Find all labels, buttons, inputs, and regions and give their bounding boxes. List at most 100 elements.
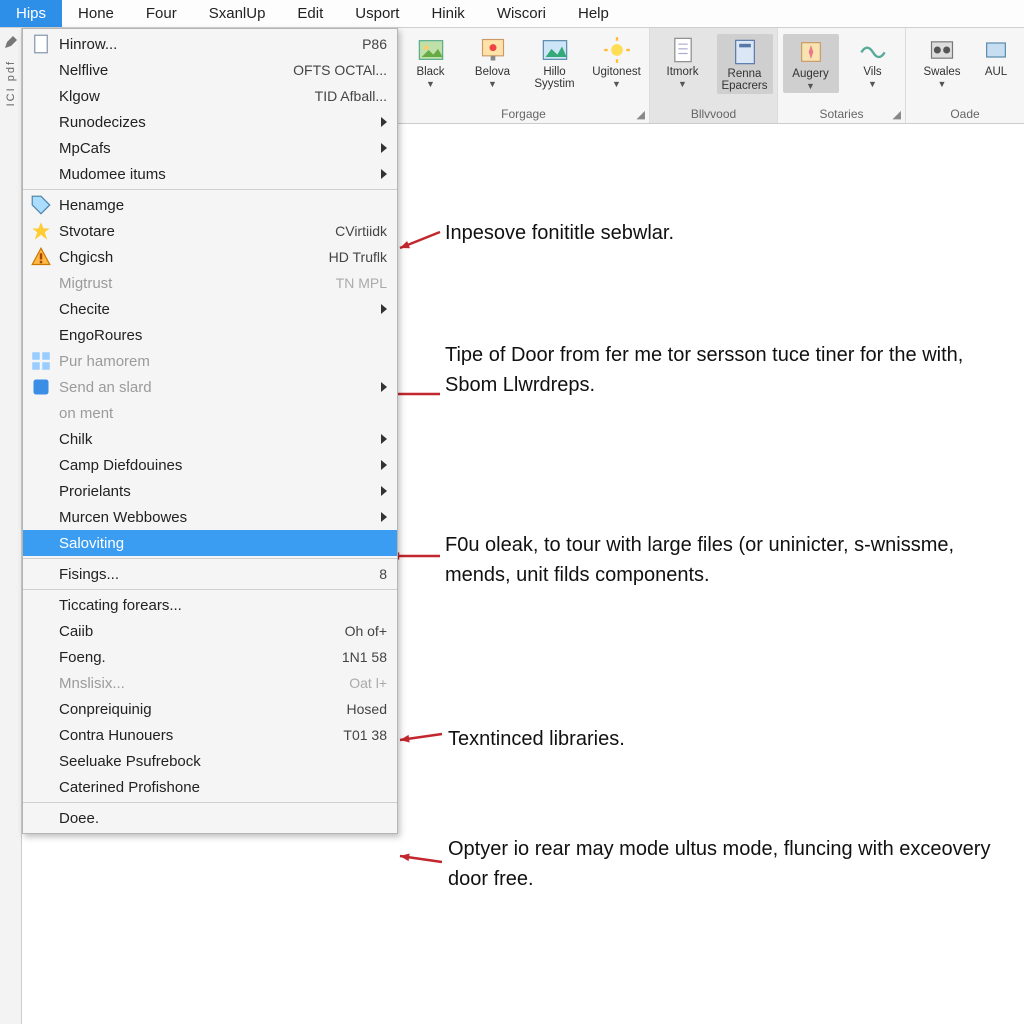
menu-item[interactable]: Chilk [23, 426, 397, 452]
sparkle-icon [795, 36, 827, 68]
ribbon-group-forgage: Black ▼ Belova ▼ Hillo Syystim Ugitonest… [398, 28, 650, 123]
menu-item[interactable]: Ticcating forears... [23, 592, 397, 618]
menu-item[interactable]: Camp Diefdouines [23, 452, 397, 478]
menu-item-label: Pur hamorem [59, 353, 387, 370]
chevron-down-icon: ▼ [806, 81, 815, 91]
menu-item[interactable]: Hinrow...P86 [23, 31, 397, 57]
menu-item-label: Foeng. [59, 649, 342, 666]
ribbon-group-oade: Swales ▼ AUL Oade [906, 28, 1024, 123]
menu-item-sxanlup[interactable]: SxanlUp [193, 0, 282, 27]
menu-item-wiscori[interactable]: Wiscori [481, 0, 562, 27]
submenu-arrow-icon [381, 460, 387, 470]
menu-item-label: Mnslisix... [59, 675, 349, 692]
menu-item[interactable]: KlgowTID Afball... [23, 83, 397, 109]
blank-icon [31, 533, 51, 553]
chevron-down-icon: ▼ [938, 79, 947, 89]
menu-item-usport[interactable]: Usport [339, 0, 415, 27]
annotation-arrow [390, 724, 452, 750]
ribbon-button-itmork[interactable]: Itmork ▼ [655, 34, 711, 89]
menu-item-label: Henamge [59, 197, 387, 214]
menu-item[interactable]: NelfliveOFTS OCTAl... [23, 57, 397, 83]
menu-item[interactable]: Murcen Webbowes [23, 504, 397, 530]
menu-item-shortcut: CVirtiidk [335, 223, 387, 239]
menu-item[interactable]: Saloviting [23, 530, 397, 556]
menu-item[interactable]: EngoRoures [23, 322, 397, 348]
menu-item[interactable]: ConpreiquinigHosed [23, 696, 397, 722]
menu-item-hone[interactable]: Hone [62, 0, 130, 27]
menu-item[interactable]: MpCafs [23, 135, 397, 161]
block-icon [980, 34, 1012, 66]
menu-item-label: on ment [59, 405, 387, 422]
menu-item-label: Murcen Webbowes [59, 509, 375, 526]
blank-icon [31, 725, 51, 745]
blank-icon [31, 699, 51, 719]
blank-icon [31, 403, 51, 423]
ribbon-button-augery[interactable]: Augery ▼ [783, 34, 839, 93]
annotation-arrow [390, 846, 452, 872]
submenu-arrow-icon [381, 486, 387, 496]
submenu-arrow-icon [381, 117, 387, 127]
menu-item-label: Doee. [59, 810, 387, 827]
chevron-down-icon: ▼ [426, 79, 435, 89]
menu-item[interactable]: Runodecizes [23, 109, 397, 135]
ribbon-group-bllvvood: Itmork ▼ Renna Epacrers Bllvvood [650, 28, 778, 123]
menu-item[interactable]: Seeluake Psufrebock [23, 748, 397, 774]
menu-item[interactable]: CaiibOh of+ [23, 618, 397, 644]
menu-item[interactable]: Doee. [23, 805, 397, 831]
annotation-text: Texntinced libraries. [448, 724, 1008, 754]
hips-dropdown-menu: Hinrow...P86NelfliveOFTS OCTAl...KlgowTI… [22, 28, 398, 834]
submenu-arrow-icon [381, 143, 387, 153]
ribbon-button-aul[interactable]: AUL [976, 34, 1016, 78]
menu-item-label: Stvotare [59, 223, 335, 240]
menu-item-label: Camp Diefdouines [59, 457, 375, 474]
menu-item-hips[interactable]: Hips [0, 0, 62, 27]
menu-item-label: MpCafs [59, 140, 375, 157]
blank-icon [31, 299, 51, 319]
blank-icon [31, 808, 51, 828]
menu-item-help[interactable]: Help [562, 0, 625, 27]
submenu-arrow-icon [381, 434, 387, 444]
dialog-launcher-icon[interactable]: ◢ [893, 108, 901, 121]
menu-item[interactable]: StvotareCVirtiidk [23, 218, 397, 244]
blank-icon [31, 138, 51, 158]
menu-item-label: Mudomee itums [59, 166, 375, 183]
ribbon-button-renna[interactable]: Renna Epacrers [717, 34, 773, 94]
menu-item[interactable]: Checite [23, 296, 397, 322]
menu-item: MigtrustTN MPL [23, 270, 397, 296]
dialog-launcher-icon[interactable]: ◢ [637, 108, 645, 121]
menu-item-label: Caiib [59, 623, 345, 640]
ribbon-button-belova[interactable]: Belova ▼ [465, 34, 521, 89]
ribbon-button-vils[interactable]: Vils ▼ [845, 34, 901, 89]
ribbon-button-swales[interactable]: Swales ▼ [914, 34, 970, 89]
menu-item[interactable]: Foeng.1N1 58 [23, 644, 397, 670]
menu-item-four[interactable]: Four [130, 0, 193, 27]
menu-item-label: Hinrow... [59, 36, 362, 53]
menu-item-label: Saloviting [59, 535, 387, 552]
menu-item-label: Nelflive [59, 62, 293, 79]
menu-item: Send an slard [23, 374, 397, 400]
wave-icon [857, 34, 889, 66]
ribbon-button-black[interactable]: Black ▼ [403, 34, 459, 89]
menu-item[interactable]: Mudomee itums [23, 161, 397, 187]
menu-item-hinik[interactable]: Hinik [415, 0, 480, 27]
submenu-arrow-icon [381, 169, 387, 179]
menu-item-label: Chgicsh [59, 249, 329, 266]
menu-item[interactable]: Contra HunouersT01 38 [23, 722, 397, 748]
menu-item[interactable]: Fisings...8 [23, 561, 397, 587]
menu-item[interactable]: Caterined Profishone [23, 774, 397, 800]
annotation-text: F0u oleak, to tour with large files (or … [445, 530, 1005, 590]
chevron-down-icon: ▼ [488, 79, 497, 89]
menu-item[interactable]: Henamge [23, 192, 397, 218]
menu-item-label: Klgow [59, 88, 315, 105]
menu-item-shortcut: P86 [362, 36, 387, 52]
blank-icon [31, 60, 51, 80]
menu-item[interactable]: Prorielants [23, 478, 397, 504]
ribbon-button-ugitonest[interactable]: Ugitonest ▼ [589, 34, 645, 89]
menu-item-edit[interactable]: Edit [281, 0, 339, 27]
menu-item-label: Seeluake Psufrebock [59, 753, 387, 770]
paint-icon [477, 34, 509, 66]
pen-icon[interactable] [3, 34, 19, 50]
ribbon-button-hillo[interactable]: Hillo Syystim [527, 34, 583, 90]
menu-item[interactable]: ChgicshHD Truflk [23, 244, 397, 270]
blank-icon [31, 595, 51, 615]
